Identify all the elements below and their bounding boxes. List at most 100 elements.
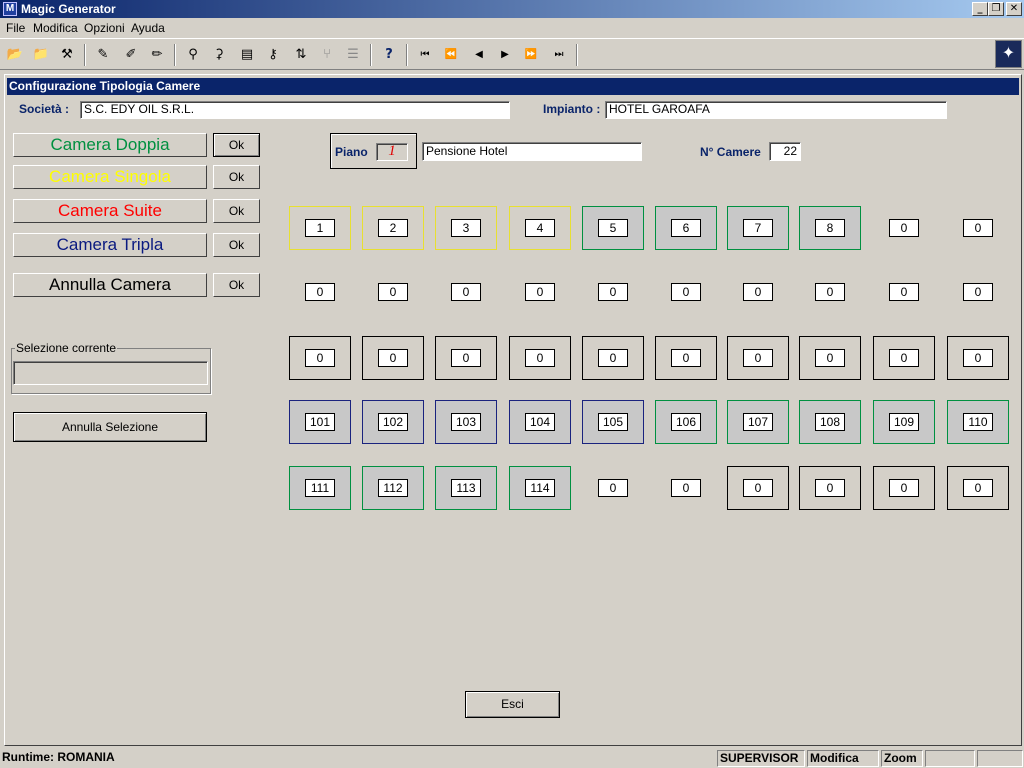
room-cell[interactable]: 114 — [509, 466, 571, 510]
room-cell[interactable]: 0 — [727, 336, 789, 380]
room-cell[interactable]: 1 — [289, 206, 351, 250]
room-cell[interactable]: 0 — [362, 336, 424, 380]
room-cell[interactable]: 0 — [509, 336, 571, 380]
room-cell[interactable]: 0 — [947, 336, 1009, 380]
menu-modifica[interactable]: Modifica — [33, 21, 78, 35]
room-cell[interactable]: 0 — [799, 336, 861, 380]
esci-button[interactable]: Esci — [465, 691, 560, 718]
room-cell[interactable]: 0 — [799, 270, 861, 314]
branch-icon[interactable]: ⑂ — [316, 44, 338, 66]
menu-file[interactable]: File — [6, 21, 25, 35]
impianto-field[interactable]: HOTEL GAROAFA — [605, 101, 947, 119]
room-cell[interactable]: 102 — [362, 400, 424, 444]
room-cell[interactable]: 109 — [873, 400, 935, 444]
room-cell[interactable]: 0 — [727, 466, 789, 510]
room-cell[interactable]: 0 — [799, 466, 861, 510]
room-cell[interactable]: 101 — [289, 400, 351, 444]
room-cell[interactable]: 0 — [582, 336, 644, 380]
room-cell[interactable]: 104 — [509, 400, 571, 444]
room-cell[interactable]: 112 — [362, 466, 424, 510]
room-cell[interactable]: 108 — [799, 400, 861, 444]
ok-singola-button[interactable]: Ok — [213, 165, 260, 189]
room-cell[interactable]: 0 — [655, 466, 717, 510]
open-folder-arrow-icon[interactable]: 📁 — [30, 44, 52, 66]
prev-page-icon[interactable]: ⏪ — [440, 44, 462, 66]
room-cell[interactable]: 0 — [289, 336, 351, 380]
room-cell[interactable]: 4 — [509, 206, 571, 250]
room-cell[interactable]: 0 — [873, 206, 935, 250]
room-cell[interactable]: 7 — [727, 206, 789, 250]
room-number: 2 — [378, 219, 408, 237]
room-cell[interactable]: 105 — [582, 400, 644, 444]
room-cell[interactable]: 2 — [362, 206, 424, 250]
ok-tripla-button[interactable]: Ok — [213, 233, 260, 257]
room-cell[interactable]: 0 — [582, 466, 644, 510]
annulla-camera-button[interactable]: Annulla Camera — [13, 273, 207, 297]
room-cell[interactable]: 103 — [435, 400, 497, 444]
room-cell[interactable]: 0 — [655, 336, 717, 380]
binoculars-alt-icon[interactable]: ⚳ — [208, 44, 230, 66]
room-cell[interactable]: 0 — [435, 336, 497, 380]
room-cell[interactable]: 3 — [435, 206, 497, 250]
menu-ayuda[interactable]: Ayuda — [131, 21, 165, 35]
room-cell[interactable]: 111 — [289, 466, 351, 510]
pencil-icon[interactable]: ✎ — [92, 44, 114, 66]
close-button[interactable]: ✕ — [1006, 2, 1022, 16]
room-cell[interactable]: 6 — [655, 206, 717, 250]
ok-doppia-button[interactable]: Ok — [213, 133, 260, 157]
room-cell[interactable]: 0 — [362, 270, 424, 314]
room-cell[interactable]: 106 — [655, 400, 717, 444]
pencil-alt-icon[interactable]: ✏ — [146, 44, 168, 66]
room-cell[interactable]: 0 — [947, 206, 1009, 250]
room-cell[interactable]: 5 — [582, 206, 644, 250]
prev-record-icon[interactable]: ◀ — [468, 44, 490, 66]
room-cell[interactable]: 0 — [947, 466, 1009, 510]
room-cell[interactable]: 0 — [947, 270, 1009, 314]
room-cell[interactable]: 0 — [873, 336, 935, 380]
key-icon[interactable]: ⚷ — [262, 44, 284, 66]
ok-suite-button[interactable]: Ok — [213, 199, 260, 223]
room-cell[interactable]: 0 — [509, 270, 571, 314]
first-record-icon[interactable]: ⏮ — [414, 44, 436, 66]
menu-opzioni[interactable]: Opzioni — [84, 21, 125, 35]
room-cell[interactable]: 0 — [289, 270, 351, 314]
camera-doppia-button[interactable]: Camera Doppia — [13, 133, 207, 157]
app-icon[interactable]: M — [3, 2, 17, 16]
next-page-icon[interactable]: ⏩ — [520, 44, 542, 66]
ok-annulla-button[interactable]: Ok — [213, 273, 260, 297]
annulla-selezione-button[interactable]: Annulla Selezione — [13, 412, 207, 442]
tools-icon[interactable]: ⚒ — [56, 44, 78, 66]
societa-field[interactable]: S.C. EDY OIL S.R.L. — [80, 101, 510, 119]
camera-singola-button[interactable]: Camera Singola — [13, 165, 207, 189]
note-icon[interactable]: ▤ — [236, 44, 258, 66]
sort-az-icon[interactable]: ⇅ — [290, 44, 312, 66]
room-cell[interactable]: 0 — [582, 270, 644, 314]
open-folder-icon[interactable]: 📂 — [4, 44, 26, 66]
room-cell[interactable]: 0 — [727, 270, 789, 314]
room-number: 0 — [525, 283, 555, 301]
room-number: 6 — [671, 219, 701, 237]
piano-number[interactable]: 1 — [376, 143, 408, 161]
camera-tripla-button[interactable]: Camera Tripla — [13, 233, 207, 257]
room-cell[interactable]: 0 — [873, 466, 935, 510]
next-record-icon[interactable]: ▶ — [494, 44, 516, 66]
camera-suite-button[interactable]: Camera Suite — [13, 199, 207, 223]
room-cell[interactable]: 8 — [799, 206, 861, 250]
restore-button[interactable]: ❐ — [988, 2, 1004, 16]
minimize-button[interactable]: _ — [972, 2, 988, 16]
room-cell[interactable]: 0 — [873, 270, 935, 314]
room-cell[interactable]: 107 — [727, 400, 789, 444]
last-record-icon[interactable]: ⏭ — [548, 44, 570, 66]
binoculars-icon[interactable]: ⚲ — [182, 44, 204, 66]
toolbar-separator — [406, 44, 408, 66]
room-cell[interactable]: 113 — [435, 466, 497, 510]
room-cell[interactable]: 110 — [947, 400, 1009, 444]
numero-camere-field[interactable]: 22 — [769, 142, 801, 161]
room-cell[interactable]: 0 — [655, 270, 717, 314]
room-number: 110 — [963, 413, 993, 431]
room-cell[interactable]: 0 — [435, 270, 497, 314]
list-icon[interactable]: ☰ — [342, 44, 364, 66]
help-icon[interactable]: ? — [378, 44, 400, 66]
piano-name-field[interactable]: Pensione Hotel — [422, 142, 642, 161]
pencil-plus-icon[interactable]: ✐ — [120, 44, 142, 66]
